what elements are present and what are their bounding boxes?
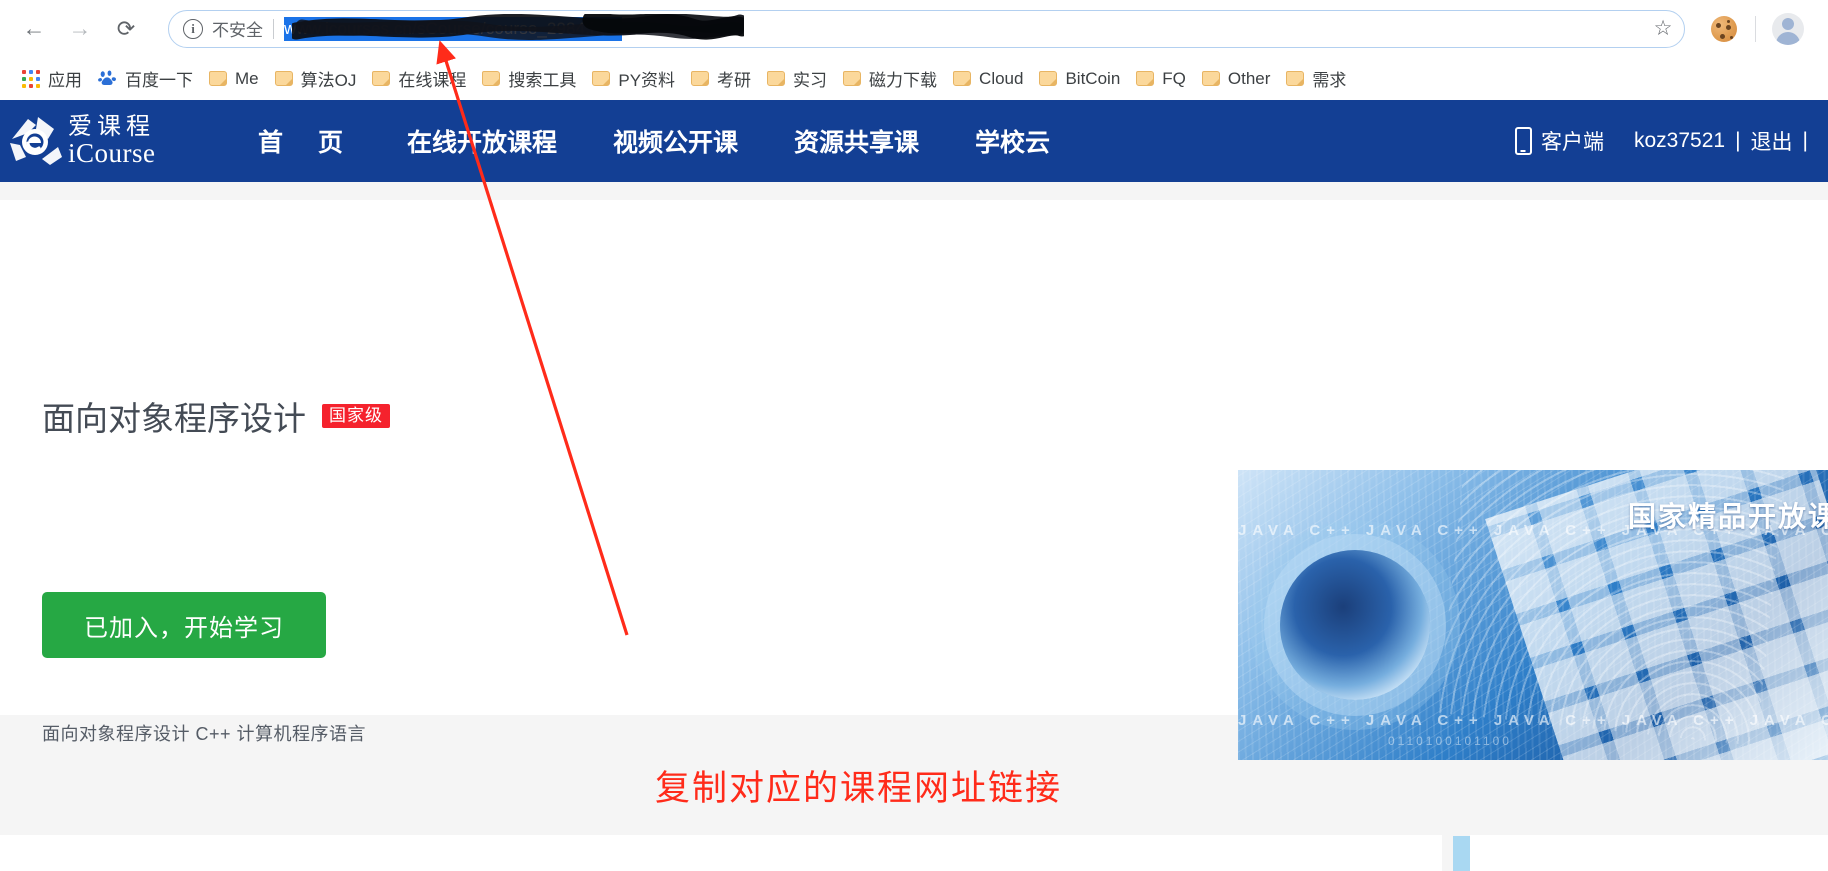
logo-text: 爱课程 iCourse: [68, 114, 156, 168]
logo-chinese-name: 爱课程: [68, 113, 155, 141]
nav-item-video-public-courses[interactable]: 视频公开课: [613, 123, 738, 159]
folder-icon: [1039, 71, 1058, 86]
browser-chrome: ← → ⟳ i 不安全 www.icourses.cn/sCourse/cour…: [0, 0, 1828, 100]
page-content: 爱课程 iCourse 首 页 在线开放课程 视频公开课 资源共享课 学校云 客…: [0, 100, 1828, 871]
folder-icon: [1136, 71, 1155, 86]
bookmark-item-me[interactable]: Me: [201, 64, 267, 94]
nav-separator: |: [1735, 129, 1741, 152]
back-arrow-icon[interactable]: ←: [14, 9, 54, 49]
nav-item-shared-resource-courses[interactable]: 资源共享课: [794, 123, 919, 159]
folder-icon: [767, 71, 786, 86]
bookmark-label: 在线课程: [398, 71, 467, 90]
bookmark-label: 磁力下载: [869, 71, 938, 90]
bookmark-label: 考研: [717, 71, 752, 90]
bookmark-item-requirements[interactable]: 需求: [1278, 64, 1354, 94]
folder-icon: [482, 71, 501, 86]
course-info-title: 课程信息: [1470, 835, 1828, 871]
bookmark-item-online-courses[interactable]: 在线课程: [364, 64, 474, 94]
forward-arrow-icon[interactable]: →: [60, 9, 100, 49]
banner-binary-text: 0110100101100: [1388, 734, 1512, 748]
bookmark-item-internship[interactable]: 实习: [759, 64, 835, 94]
icourse-logo-icon: [8, 113, 64, 169]
folder-icon: [953, 71, 972, 86]
apps-grid-icon: [22, 69, 40, 88]
logout-link[interactable]: 退出: [1751, 126, 1793, 156]
banner-headline: 国家精品开放课: [1627, 501, 1828, 532]
reload-icon[interactable]: ⟳: [106, 9, 146, 49]
bookmark-label: Other: [1227, 68, 1271, 88]
banner-globe-graphic: [1280, 550, 1430, 700]
cookie-extension-icon[interactable]: [1711, 15, 1737, 42]
status-badge: 国家级: [322, 404, 390, 428]
bookmark-label: 实习: [793, 71, 828, 90]
bottom-panels: 课程介绍 课程信息: [0, 835, 1828, 871]
nav-item-school-cloud[interactable]: 学校云: [975, 123, 1050, 159]
folder-icon: [843, 71, 862, 86]
site-header: 爱课程 iCourse 首 页 在线开放课程 视频公开课 资源共享课 学校云 客…: [0, 100, 1828, 182]
profile-avatar-icon[interactable]: [1772, 12, 1804, 45]
bookmark-item-cloud[interactable]: Cloud: [945, 64, 1031, 94]
url-text[interactable]: www.icourses.cn/sCourse/course_2984.html: [284, 16, 623, 41]
browser-toolbar: ← → ⟳ i 不安全 www.icourses.cn/sCourse/cour…: [0, 0, 1828, 57]
security-status-label: 不安全: [212, 21, 263, 40]
site-nav-links: 首 页 在线开放课程 视频公开课 资源共享课 学校云: [258, 123, 1106, 159]
nav-separator: |: [1802, 129, 1808, 152]
course-hero-card: 面向对象程序设计 国家级 已加入，开始学习 面向对象程序设计 C++ 计算机程序…: [0, 200, 1828, 871]
bookmark-label: PY资料: [618, 71, 676, 90]
bookmark-item-baidu[interactable]: 百度一下: [90, 64, 201, 94]
folder-icon: [209, 71, 227, 86]
url-input[interactable]: www.icourses.cn/sCourse/course_2984.html: [284, 11, 1684, 47]
bookmark-item-bitcoin[interactable]: BitCoin: [1031, 64, 1128, 94]
course-tags: 面向对象程序设计 C++ 计算机程序语言: [42, 724, 367, 744]
course-intro-panel: 课程介绍: [0, 835, 1442, 871]
bookmark-apps[interactable]: 应用: [14, 64, 90, 94]
bookmark-label: BitCoin: [1065, 68, 1121, 88]
baidu-paw-icon: [98, 70, 116, 85]
toolbar-divider: [1755, 15, 1756, 42]
start-learning-button[interactable]: 已加入，开始学习: [42, 592, 326, 658]
info-circle-icon[interactable]: i: [183, 18, 203, 39]
bookmark-star-icon[interactable]: ☆: [1648, 14, 1678, 44]
site-nav-account-area: 客户端 koz37521 | 退出 |: [1514, 100, 1818, 182]
bookmark-item-search-tools[interactable]: 搜索工具: [474, 64, 584, 94]
folder-icon: [274, 71, 293, 86]
bookmarks-bar: 应用 百度一下 Me 算法OJ 在线课程 搜索工具 PY资料 考研 实习 磁力下…: [0, 57, 1828, 100]
nav-item-online-open-courses[interactable]: 在线开放课程: [407, 123, 557, 159]
bookmark-item-py-materials[interactable]: PY资料: [584, 64, 683, 94]
omnibox-divider: [273, 18, 274, 39]
course-info-panel: 课程信息: [1470, 835, 1828, 871]
bookmark-label: Me: [235, 68, 259, 88]
bookmark-label: FQ: [1162, 68, 1186, 88]
course-banner-image: JAVA C++ JAVA C++ JAVA C++ JAVA C++ JAVA…: [1238, 470, 1828, 760]
banner-java-text: JAVA C++ JAVA C++ JAVA C++ JAVA C++ JAVA…: [1238, 712, 1828, 729]
folder-icon: [1286, 71, 1305, 86]
bookmark-label: 搜索工具: [508, 71, 577, 90]
username-label[interactable]: koz37521: [1634, 129, 1725, 153]
annotation-label: 复制对应的课程网址链接: [655, 769, 1063, 808]
site-logo[interactable]: 爱课程 iCourse: [8, 113, 208, 169]
address-bar[interactable]: i 不安全 www.icourses.cn/sCourse/course_298…: [168, 9, 1685, 48]
extension-icons: [1699, 12, 1818, 45]
mobile-phone-icon: [1514, 127, 1532, 155]
logo-english-name: iCourse: [68, 138, 156, 169]
bookmark-label: Cloud: [979, 68, 1024, 88]
bookmark-label: 百度一下: [125, 71, 193, 90]
bookmark-item-magnet-download[interactable]: 磁力下载: [835, 64, 945, 94]
course-title-row: 面向对象程序设计 国家级: [42, 392, 390, 440]
course-intro-title: 课程介绍: [0, 835, 1442, 871]
folder-icon: [592, 71, 611, 86]
bookmark-label: 需求: [1312, 71, 1347, 90]
bookmark-item-kaoyan[interactable]: 考研: [683, 64, 759, 94]
page-title: 面向对象程序设计: [42, 400, 306, 437]
client-download-link[interactable]: 客户端: [1541, 126, 1604, 156]
folder-icon: [372, 71, 391, 86]
bookmark-label: 算法OJ: [300, 71, 357, 90]
folder-icon: [691, 71, 710, 86]
bookmark-apps-label: 应用: [48, 71, 82, 90]
nav-item-home[interactable]: 首 页: [258, 123, 357, 159]
bookmark-item-fq[interactable]: FQ: [1128, 64, 1194, 94]
bookmark-item-other[interactable]: Other: [1194, 64, 1279, 94]
folder-icon: [1201, 71, 1220, 86]
bookmark-item-algo-oj[interactable]: 算法OJ: [267, 64, 365, 94]
